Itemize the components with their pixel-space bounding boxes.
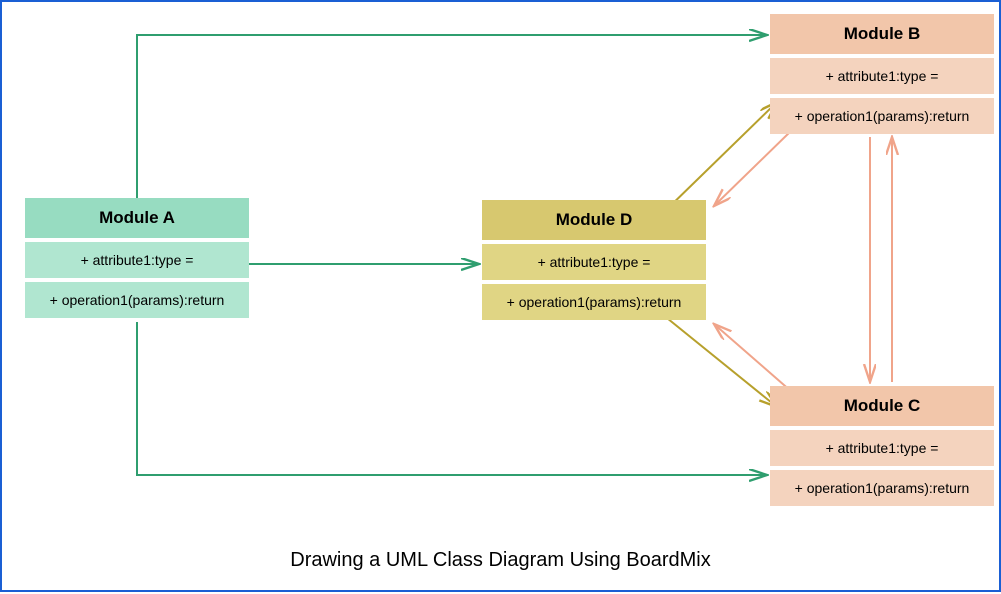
module-d-operation: + operation1(params):return: [482, 284, 706, 320]
module-b[interactable]: Module B + attribute1:type = + operation…: [770, 14, 994, 134]
module-a-attribute: + attribute1:type =: [25, 242, 249, 278]
module-c-header: Module C: [770, 386, 994, 426]
diagram-canvas: Module A + attribute1:type = + operation…: [0, 0, 1001, 592]
module-b-attribute: + attribute1:type =: [770, 58, 994, 94]
module-a-header: Module A: [25, 198, 249, 238]
diagram-caption: Drawing a UML Class Diagram Using BoardM…: [2, 549, 999, 572]
module-c[interactable]: Module C + attribute1:type = + operation…: [770, 386, 994, 506]
module-b-header: Module B: [770, 14, 994, 54]
module-a-operation: + operation1(params):return: [25, 282, 249, 318]
module-a[interactable]: Module A + attribute1:type = + operation…: [25, 198, 249, 318]
module-d-attribute: + attribute1:type =: [482, 244, 706, 280]
module-c-operation: + operation1(params):return: [770, 470, 994, 506]
module-d-header: Module D: [482, 200, 706, 240]
module-c-attribute: + attribute1:type =: [770, 430, 994, 466]
module-d[interactable]: Module D + attribute1:type = + operation…: [482, 200, 706, 320]
module-b-operation: + operation1(params):return: [770, 98, 994, 134]
